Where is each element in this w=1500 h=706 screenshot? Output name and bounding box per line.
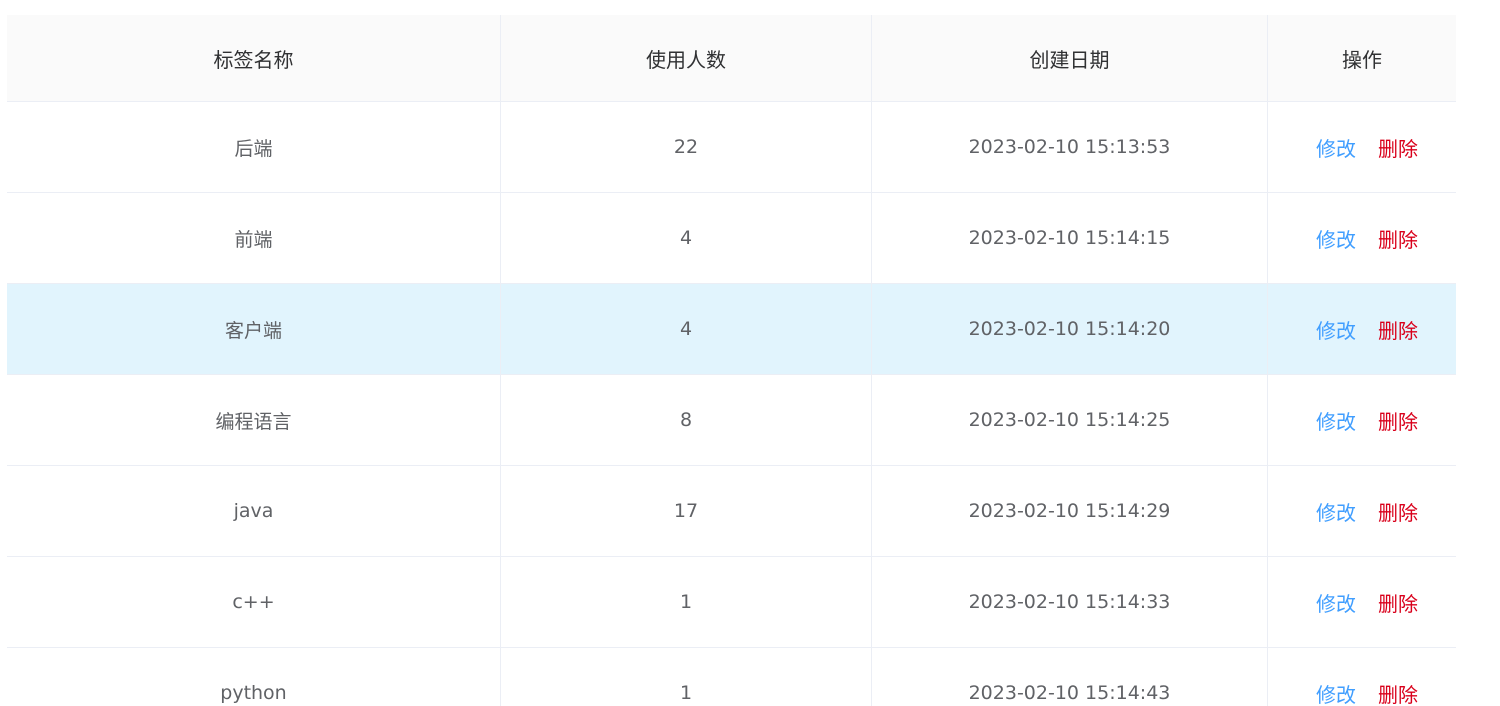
table-row: 编程语言 8 2023-02-10 15:14:25 修改 删除 xyxy=(7,375,1456,466)
table-row-highlighted: 客户端 4 2023-02-10 15:14:20 修改 删除 xyxy=(7,284,1456,375)
delete-button[interactable]: 删除 xyxy=(1378,406,1418,435)
usage-count-cell: 8 xyxy=(501,375,872,465)
header-usage-count[interactable]: 使用人数 xyxy=(501,15,872,101)
created-date-cell: 2023-02-10 15:14:33 xyxy=(872,557,1268,647)
tag-name-cell: 前端 xyxy=(7,193,501,283)
actions-cell: 修改 删除 xyxy=(1268,466,1456,556)
delete-button[interactable]: 删除 xyxy=(1378,224,1418,253)
table-row: 后端 22 2023-02-10 15:13:53 修改 删除 xyxy=(7,102,1456,193)
tag-name-cell: java xyxy=(7,466,501,556)
usage-count-cell: 4 xyxy=(501,284,872,374)
tag-name-cell: 客户端 xyxy=(7,284,501,374)
edit-button[interactable]: 修改 xyxy=(1316,679,1356,706)
actions-cell: 修改 删除 xyxy=(1268,284,1456,374)
created-date-cell: 2023-02-10 15:13:53 xyxy=(872,102,1268,192)
table-row: python 1 2023-02-10 15:14:43 修改 删除 xyxy=(7,648,1456,706)
created-date-cell: 2023-02-10 15:14:25 xyxy=(872,375,1268,465)
tag-name-cell: 后端 xyxy=(7,102,501,192)
actions-cell: 修改 删除 xyxy=(1268,102,1456,192)
header-actions: 操作 xyxy=(1342,47,1382,72)
actions-cell: 修改 删除 xyxy=(1268,193,1456,283)
usage-count-cell: 4 xyxy=(501,193,872,283)
tag-name-cell: c++ xyxy=(7,557,501,647)
usage-count-cell: 17 xyxy=(501,466,872,556)
edit-button[interactable]: 修改 xyxy=(1316,224,1356,253)
delete-button[interactable]: 删除 xyxy=(1378,679,1418,706)
edit-button[interactable]: 修改 xyxy=(1316,588,1356,617)
delete-button[interactable]: 删除 xyxy=(1378,497,1418,526)
created-date-cell: 2023-02-10 15:14:20 xyxy=(872,284,1268,374)
tag-name-cell: python xyxy=(7,648,501,706)
table-row: 前端 4 2023-02-10 15:14:15 修改 删除 xyxy=(7,193,1456,284)
usage-count-cell: 1 xyxy=(501,648,872,706)
created-date-cell: 2023-02-10 15:14:43 xyxy=(872,648,1268,706)
table-row: c++ 1 2023-02-10 15:14:33 修改 删除 xyxy=(7,557,1456,648)
edit-button[interactable]: 修改 xyxy=(1316,315,1356,344)
delete-button[interactable]: 删除 xyxy=(1378,315,1418,344)
actions-cell: 修改 删除 xyxy=(1268,648,1456,706)
table-row: java 17 2023-02-10 15:14:29 修改 删除 xyxy=(7,466,1456,557)
edit-button[interactable]: 修改 xyxy=(1316,406,1356,435)
created-date-cell: 2023-02-10 15:14:29 xyxy=(872,466,1268,556)
edit-button[interactable]: 修改 xyxy=(1316,133,1356,162)
actions-cell: 修改 删除 xyxy=(1268,375,1456,465)
delete-button[interactable]: 删除 xyxy=(1378,588,1418,617)
table-header: 标签名称 使用人数 创建日期 操作 xyxy=(7,15,1456,102)
header-tag-name[interactable]: 标签名称 xyxy=(7,15,501,101)
actions-cell: 修改 删除 xyxy=(1268,557,1456,647)
created-date-cell: 2023-02-10 15:14:15 xyxy=(872,193,1268,283)
header-created-date[interactable]: 创建日期 xyxy=(872,15,1268,101)
edit-button[interactable]: 修改 xyxy=(1316,497,1356,526)
usage-count-cell: 1 xyxy=(501,557,872,647)
tag-name-cell: 编程语言 xyxy=(7,375,501,465)
tag-table: 标签名称 使用人数 创建日期 操作 后端 22 2023-02-10 15:13… xyxy=(7,15,1456,706)
delete-button[interactable]: 删除 xyxy=(1378,133,1418,162)
usage-count-cell: 22 xyxy=(501,102,872,192)
